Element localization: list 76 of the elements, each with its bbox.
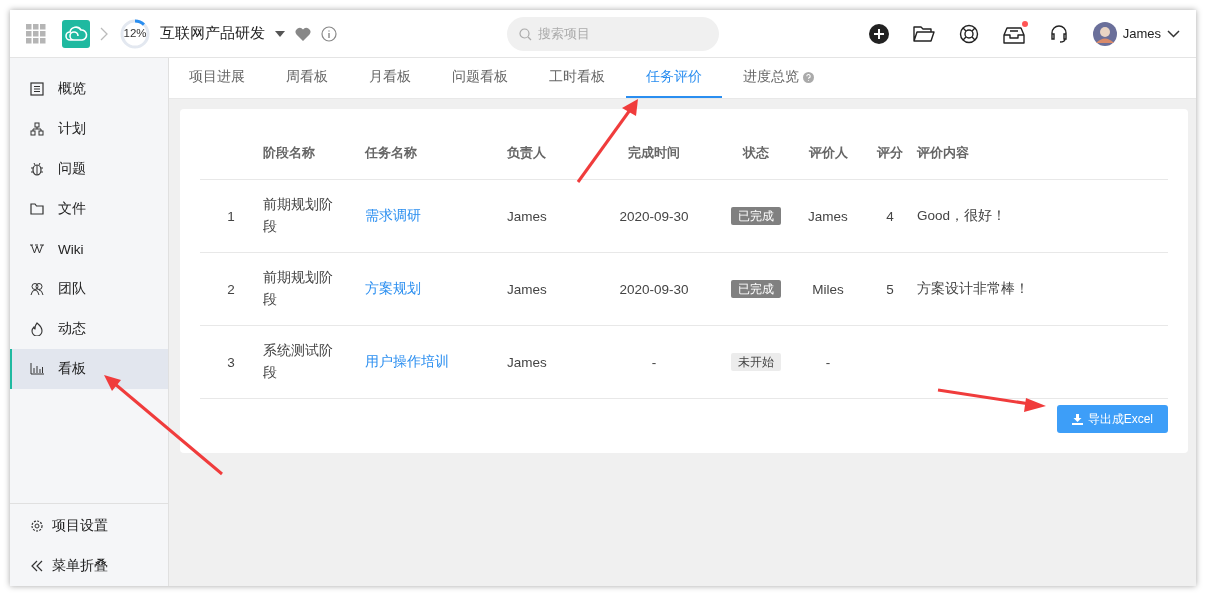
- column-header: 状态: [720, 127, 792, 180]
- sidebar-footer-item[interactable]: 项目设置: [10, 506, 168, 546]
- sidebar-footer-item[interactable]: 菜单折叠: [10, 546, 168, 586]
- sidebar-item[interactable]: 看板: [10, 349, 168, 389]
- sidebar-item[interactable]: 动态: [10, 309, 168, 349]
- headset-icon[interactable]: [1048, 23, 1069, 44]
- table-cell: 3: [200, 325, 262, 399]
- column-header: 评价内容: [916, 127, 1168, 180]
- tab[interactable]: 周看板: [266, 58, 348, 98]
- table-cell: Miles: [812, 281, 844, 297]
- wiki-icon: [30, 244, 44, 254]
- info-icon[interactable]: [321, 25, 337, 42]
- sidebar-item[interactable]: 问题: [10, 149, 168, 189]
- table-cell: James: [506, 325, 588, 399]
- sidebar-item[interactable]: 团队: [10, 269, 168, 309]
- table-cell: 方案设计非常棒！: [917, 281, 1029, 296]
- table-cell-text: 前期规划阶段: [263, 196, 334, 236]
- table-cell: 5: [886, 281, 894, 297]
- download-icon: [1071, 413, 1083, 425]
- hierarchy-icon: [30, 122, 44, 136]
- table-cell-text: 系统测试阶段: [263, 342, 334, 382]
- table-cell-text: 前期规划阶段: [263, 269, 334, 309]
- chevron-down-icon[interactable]: [1167, 29, 1180, 38]
- sidebar-item[interactable]: 文件: [10, 189, 168, 229]
- status-tag: 已完成: [731, 206, 781, 225]
- column-header: 任务名称: [364, 127, 506, 180]
- table-cell: Good，很好！: [917, 208, 1007, 223]
- table-cell: James: [808, 208, 848, 224]
- lifebuoy-icon[interactable]: [958, 23, 979, 44]
- column-header: 阶段名称: [262, 127, 364, 180]
- folder-icon[interactable]: [912, 24, 935, 43]
- table-cell: James: [506, 179, 588, 253]
- flame-icon: [30, 322, 44, 336]
- sidebar-item[interactable]: 概览: [10, 69, 168, 109]
- settings-icon: [30, 519, 44, 533]
- table-cell: 2: [200, 252, 262, 326]
- column-header: 评分: [864, 127, 916, 180]
- bar-chart-icon: [30, 363, 44, 375]
- list-icon: [30, 82, 44, 96]
- tab[interactable]: 月看板: [349, 58, 431, 98]
- column-header: 评价人: [792, 127, 864, 180]
- status-tag: 已完成: [731, 279, 781, 298]
- avatar[interactable]: [1092, 21, 1117, 46]
- sidebar-item[interactable]: 计划: [10, 109, 168, 149]
- table-cell: 4: [886, 208, 894, 224]
- bug-icon: [30, 162, 44, 176]
- task-link[interactable]: 用户操作培训: [365, 354, 449, 369]
- tab[interactable]: 进度总览: [723, 58, 834, 98]
- caret-icon[interactable]: [275, 30, 285, 37]
- tab[interactable]: 任务评价: [626, 58, 722, 98]
- table-cell: James: [506, 252, 588, 326]
- task-link[interactable]: 方案规划: [365, 281, 421, 296]
- tab[interactable]: 工时看板: [529, 58, 625, 98]
- team-icon: [30, 282, 44, 296]
- project-name[interactable]: 互联网产品研发: [160, 24, 265, 43]
- chevron-right-icon: [100, 26, 108, 41]
- table-cell: 1: [200, 179, 262, 253]
- column-header: 完成时间: [588, 127, 720, 180]
- tab[interactable]: 项目进展: [169, 58, 265, 98]
- user-name[interactable]: James: [1122, 26, 1161, 41]
- tab[interactable]: 问题看板: [432, 58, 528, 98]
- table-cell: 2020-09-30: [588, 252, 720, 326]
- sidebar-item[interactable]: Wiki: [10, 229, 168, 269]
- table-cell: -: [588, 325, 720, 399]
- add-icon[interactable]: [868, 23, 889, 44]
- status-tag: 未开始: [731, 352, 781, 371]
- search-field[interactable]: 搜索项目: [507, 16, 719, 51]
- table-cell: -: [825, 354, 831, 370]
- heart-icon[interactable]: [295, 26, 311, 41]
- search-icon: [519, 27, 532, 41]
- column-header: 负责人: [506, 127, 588, 180]
- double-chevron-left-icon: [30, 560, 44, 572]
- task-link[interactable]: 需求调研: [365, 208, 421, 223]
- progress-label: 12%: [122, 26, 148, 39]
- table-cell: 2020-09-30: [588, 179, 720, 253]
- folder-icon: [30, 203, 44, 215]
